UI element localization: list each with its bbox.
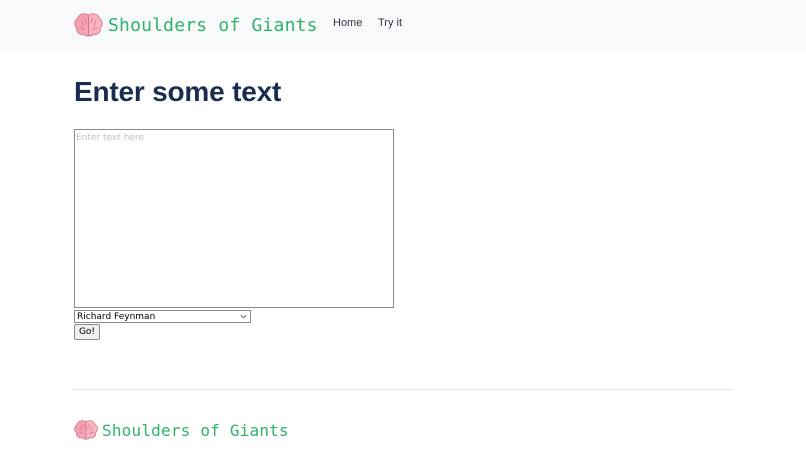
brand-name: Shoulders of Giants bbox=[108, 14, 318, 36]
go-button[interactable]: Go! bbox=[74, 324, 100, 340]
text-input[interactable] bbox=[74, 129, 394, 308]
brand-link[interactable]: Shoulders of Giants bbox=[74, 11, 318, 39]
navbar: Shoulders of Giants Home Try it bbox=[0, 0, 806, 49]
footer-brand: Shoulders of Giants bbox=[74, 418, 289, 442]
person-select[interactable]: Richard Feynman bbox=[74, 310, 251, 323]
page-title: Enter some text bbox=[74, 76, 282, 107]
brain-icon bbox=[74, 420, 98, 440]
brain-icon bbox=[74, 13, 103, 37]
footer-brand-name: Shoulders of Giants bbox=[102, 420, 289, 440]
nav-try-it-link[interactable]: Try it bbox=[378, 17, 402, 29]
person-select-value: Richard Feynman bbox=[77, 311, 156, 322]
chevron-down-icon bbox=[240, 314, 247, 319]
footer-divider bbox=[73, 389, 733, 390]
nav-home-link[interactable]: Home bbox=[333, 17, 362, 29]
